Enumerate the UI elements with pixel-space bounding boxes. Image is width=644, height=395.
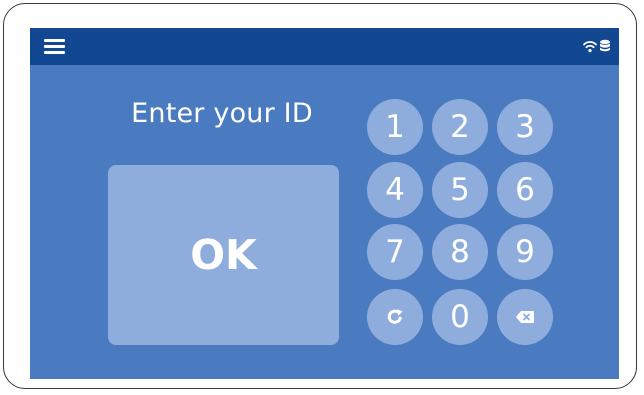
backspace-icon <box>515 310 535 324</box>
refresh-button[interactable] <box>367 289 423 345</box>
ok-button[interactable]: OK <box>108 165 339 345</box>
wifi-icon <box>583 40 597 53</box>
tablet-frame: Enter your ID OK 1 2 3 4 5 6 7 8 9 0 <box>3 3 637 389</box>
refresh-icon <box>386 308 404 326</box>
keypad-key-label: 4 <box>385 172 405 208</box>
keypad-key-label: 8 <box>450 234 470 270</box>
keypad-key-label: 3 <box>515 109 535 145</box>
status-icons <box>583 36 611 56</box>
keypad-key-8[interactable]: 8 <box>432 224 488 280</box>
keypad-key-3[interactable]: 3 <box>497 99 553 155</box>
keypad-key-7[interactable]: 7 <box>367 224 423 280</box>
keypad-key-1[interactable]: 1 <box>367 99 423 155</box>
prompt-text: Enter your ID <box>131 98 313 129</box>
top-bar <box>30 28 619 65</box>
keypad-key-9[interactable]: 9 <box>497 224 553 280</box>
keypad-key-5[interactable]: 5 <box>432 162 488 218</box>
keypad-key-label: 6 <box>515 172 535 208</box>
database-icon <box>599 39 611 53</box>
keypad-key-6[interactable]: 6 <box>497 162 553 218</box>
keypad-key-label: 9 <box>515 234 535 270</box>
keypad-key-label: 7 <box>385 234 405 270</box>
hamburger-menu-icon[interactable] <box>44 38 66 55</box>
ok-button-label: OK <box>190 231 257 279</box>
keypad-key-label: 2 <box>450 109 470 145</box>
keypad-key-2[interactable]: 2 <box>432 99 488 155</box>
keypad-key-label: 5 <box>450 172 470 208</box>
keypad-key-label: 1 <box>385 109 405 145</box>
keypad-key-0[interactable]: 0 <box>432 289 488 345</box>
kiosk-screen: Enter your ID OK 1 2 3 4 5 6 7 8 9 0 <box>30 28 619 379</box>
keypad-key-4[interactable]: 4 <box>367 162 423 218</box>
keypad-key-label: 0 <box>450 299 470 335</box>
backspace-button[interactable] <box>497 289 553 345</box>
